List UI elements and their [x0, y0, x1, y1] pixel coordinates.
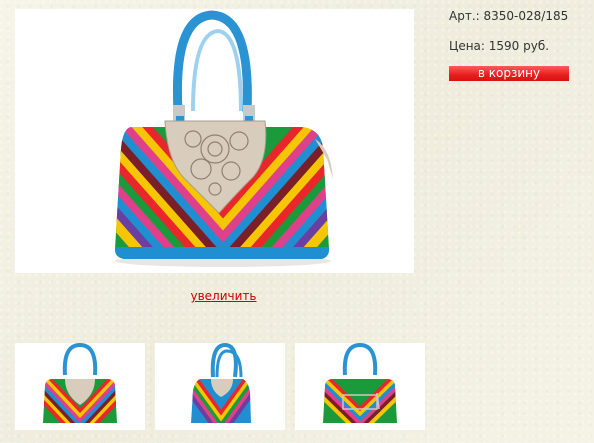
article-value: 8350-028/185	[483, 9, 569, 23]
article-label: Арт.:	[449, 9, 480, 23]
article-line: Арт.: 8350-028/185	[449, 8, 589, 24]
add-to-cart-button[interactable]: в корзину	[449, 66, 569, 81]
zoom-link[interactable]: увеличить	[15, 289, 432, 303]
thumbnail-side[interactable]	[155, 343, 285, 430]
handbag-back-thumbnail-image	[323, 343, 397, 423]
product-main-image[interactable]	[15, 9, 414, 273]
thumbnail-back[interactable]	[295, 343, 425, 430]
price-line: Цена: 1590 руб.	[449, 38, 589, 54]
price-value: 1590 руб.	[488, 39, 550, 53]
price-label: Цена:	[449, 39, 485, 53]
product-info: Арт.: 8350-028/185 Цена: 1590 руб. в кор…	[449, 8, 589, 81]
handbag-side-thumbnail-image	[191, 343, 251, 423]
thumbnail-front[interactable]	[15, 343, 145, 430]
rainbow-handbag-image	[115, 10, 333, 267]
handbag-front-thumbnail-image	[43, 343, 117, 423]
